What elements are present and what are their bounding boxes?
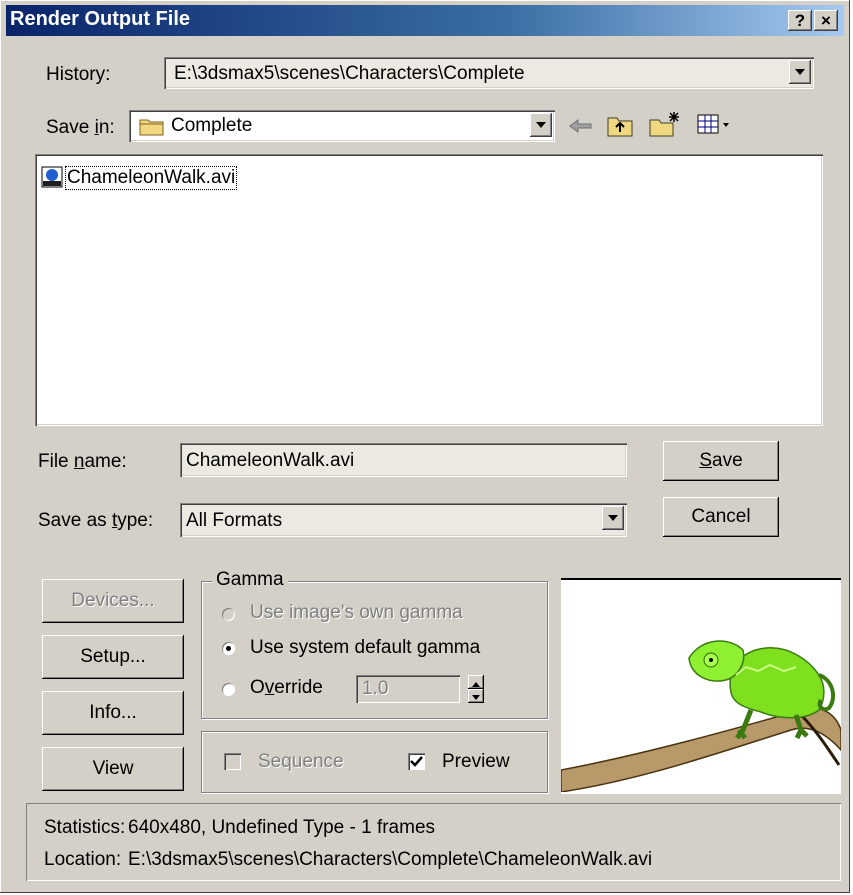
new-folder-icon[interactable] [648, 110, 680, 138]
render-output-dialog: Render Output File ? × History: E:\3dsma… [0, 0, 850, 893]
sequence-label: Sequence [258, 751, 344, 772]
override-gamma-label: Override [250, 677, 323, 698]
chameleon-preview-icon [560, 640, 842, 793]
use-own-gamma-label: Use image's own gamma [250, 602, 463, 623]
statistics-label: Statistics: [44, 817, 126, 838]
preview-label: Preview [442, 751, 510, 772]
statistics-value: 640x480, Undefined Type - 1 frames [128, 817, 436, 838]
use-own-gamma-radio[interactable] [222, 608, 235, 621]
history-label: History: [46, 64, 111, 85]
save-as-type-label: Save as type: [38, 510, 154, 531]
history-value: E:\3dsmax5\scenes\Characters\Complete [174, 63, 525, 84]
override-gamma-radio[interactable] [222, 683, 235, 696]
sequence-checkbox[interactable] [224, 753, 241, 770]
file-list[interactable]: ChameleonWalk.avi [35, 154, 823, 426]
spinner-up-icon[interactable] [468, 675, 484, 689]
preview-checkbox[interactable] [408, 753, 425, 770]
location-value: E:\3dsmax5\scenes\Characters\Complete\Ch… [128, 849, 653, 870]
window-title: Render Output File [10, 8, 190, 30]
save-in-value: Complete [171, 115, 253, 136]
avi-file-icon [41, 166, 63, 188]
statistics-panel: Statistics: 640x480, Undefined Type - 1 … [26, 803, 841, 881]
devices-button[interactable]: Devices... [42, 579, 184, 623]
setup-button[interactable]: Setup... [42, 635, 184, 679]
cancel-button[interactable]: Cancel [663, 497, 779, 537]
spinner-down-icon[interactable] [468, 689, 484, 703]
folder-icon [139, 119, 164, 136]
use-system-gamma-radio[interactable] [222, 642, 235, 655]
save-in-dropdown-arrow-icon[interactable] [530, 113, 552, 137]
help-button[interactable]: ? [788, 10, 812, 31]
file-name-input[interactable]: ChameleonWalk.avi [180, 443, 627, 477]
options-group: Sequence Preview [201, 731, 548, 793]
history-dropdown[interactable]: E:\3dsmax5\scenes\Characters\Complete [164, 57, 814, 89]
up-folder-icon[interactable] [606, 112, 634, 138]
radio-selected-dot [226, 646, 231, 651]
gamma-legend: Gamma [212, 569, 288, 591]
save-as-type-dropdown[interactable]: All Formats [180, 503, 627, 537]
info-button[interactable]: Info... [42, 691, 184, 735]
checkmark-icon [410, 756, 423, 767]
preview-image [560, 578, 842, 794]
save-button[interactable]: Save [663, 441, 779, 481]
file-name-label: ChameleonWalk.avi [64, 166, 238, 190]
close-button[interactable]: × [814, 10, 838, 31]
title-bar: Render Output File ? × [6, 5, 844, 36]
view-button[interactable]: View [42, 747, 184, 791]
history-dropdown-arrow-icon[interactable] [789, 60, 811, 84]
back-icon[interactable] [568, 116, 594, 136]
override-gamma-value: 1.0 [362, 678, 389, 699]
save-as-type-arrow-icon[interactable] [602, 506, 624, 530]
override-gamma-input[interactable]: 1.0 [356, 675, 460, 703]
file-name-label-text: File name: [38, 451, 127, 472]
gamma-group: Gamma Use image's own gamma Use system d… [201, 569, 548, 719]
view-menu-icon[interactable] [696, 112, 734, 136]
file-name-value: ChameleonWalk.avi [186, 450, 355, 471]
save-in-label: Save in: [46, 117, 115, 138]
use-system-gamma-label: Use system default gamma [250, 637, 481, 658]
save-in-dropdown[interactable]: Complete [129, 110, 555, 142]
location-label: Location: [44, 849, 122, 870]
save-as-type-value: All Formats [186, 510, 283, 531]
